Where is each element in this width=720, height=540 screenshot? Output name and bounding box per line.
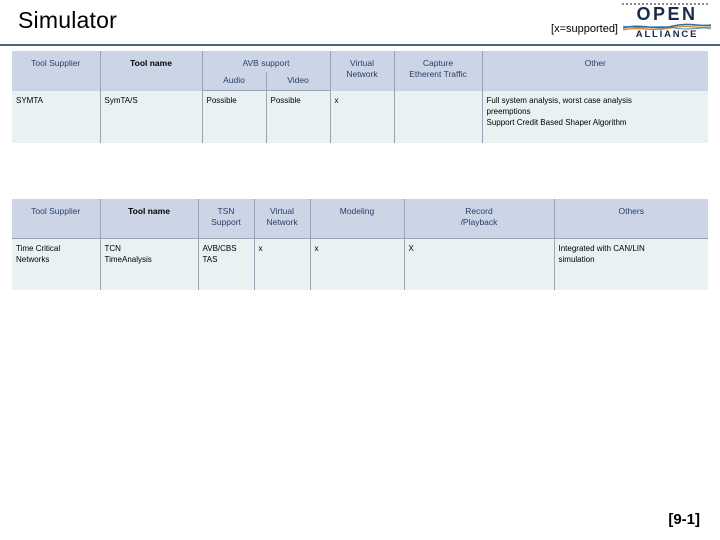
tsn-col-record-line2: /Playback [460,217,498,227]
tsn-cell-tool-supplier: Time Critical Networks [12,238,101,290]
avb-col-capture-line1: Capture [422,58,454,68]
tsn-cell-tool-name: TCN TimeAnalysis [99,238,199,290]
avb-col-virtual-network-line2: Network [346,69,378,79]
tsn-cell-record-playback: X [403,238,555,290]
avb-col-avb-support: AVB support [201,51,331,72]
avb-col-capture-line2: Etherent Traffic [409,69,467,79]
tsn-cell-tsn-support: AVB/CBS TAS [197,238,255,290]
avb-cell-audio: Possible [201,90,267,143]
tsn-cell-modeling: x [309,238,405,290]
tsn-col-virtual-network-line2: Network [266,217,298,227]
tsn-table-body: Time Critical Networks TCN TimeAnalysis … [12,238,708,290]
tsn-col-record-line1: Record [465,206,493,216]
avb-cell-virtual-network: x [329,90,395,143]
avb-col-tool-supplier: Tool Supplier [12,51,101,91]
avb-col-virtual-network: Virtual Network [329,51,395,91]
tsn-col-modeling: Modeling [309,199,405,239]
avb-col-tool-name: Tool name [99,51,203,91]
tsn-col-others: Others [553,199,708,239]
page-title: Simulator [18,7,117,33]
logo-alliance-text: ALLIANCE [635,29,699,40]
tsn-col-tool-name: Tool name [99,199,199,239]
avb-col-other: Other [481,51,708,91]
avb-col-capture-ethernet-traffic: Capture Etherent Traffic [393,51,483,91]
avb-col-audio: Audio [202,72,267,91]
tsn-col-virtual-network: Virtual Network [253,199,311,239]
tsn-col-tool-supplier: Tool Supplier [12,199,101,239]
tsn-col-tsn-support-line2: Support [211,217,241,227]
page-number: [9-1] [668,511,700,528]
title-divider [0,44,720,46]
avb-support-table: Tool Supplier Tool name AVB support Virt… [12,51,708,143]
avb-cell-capture-ethernet-traffic [393,90,483,143]
tsn-header-row: Tool Supplier Tool name TSN Support Virt… [12,199,708,239]
tsn-col-virtual-network-line1: Virtual [270,206,294,216]
tsn-support-table: Tool Supplier Tool name TSN Support Virt… [12,199,708,290]
open-alliance-logo: OPEN ALLIANCE [618,2,714,40]
legend-note: [x=supported] [551,23,618,35]
table-row: Time Critical Networks TCN TimeAnalysis … [12,238,708,290]
tsn-cell-virtual-network: x [253,238,311,290]
avb-col-virtual-network-line1: Virtual [350,58,374,68]
avb-cell-tool-supplier: SYMTA [12,90,101,143]
logo-open-text: OPEN [636,4,698,24]
table-row: SYMTA SymTA/S Possible Possible x Full s… [12,90,708,143]
avb-col-video: Video [265,72,330,91]
tsn-table-head: Tool Supplier Tool name TSN Support Virt… [12,199,708,239]
avb-cell-tool-name: SymTA/S [99,90,203,143]
tsn-col-tsn-support-line1: TSN [217,206,235,216]
tsn-col-record-playback: Record /Playback [403,199,555,239]
tsn-col-tsn-support: TSN Support [197,199,255,239]
avb-table-head: Tool Supplier Tool name AVB support Virt… [12,51,708,91]
avb-table-body: SYMTA SymTA/S Possible Possible x Full s… [12,90,708,143]
tsn-cell-others: Integrated with CAN/LIN simulation [553,238,708,290]
avb-header-row-main: Tool Supplier Tool name AVB support Virt… [12,51,708,91]
avb-cell-video: Possible [265,90,331,143]
avb-cell-other: Full system analysis, worst case analysi… [481,90,708,143]
